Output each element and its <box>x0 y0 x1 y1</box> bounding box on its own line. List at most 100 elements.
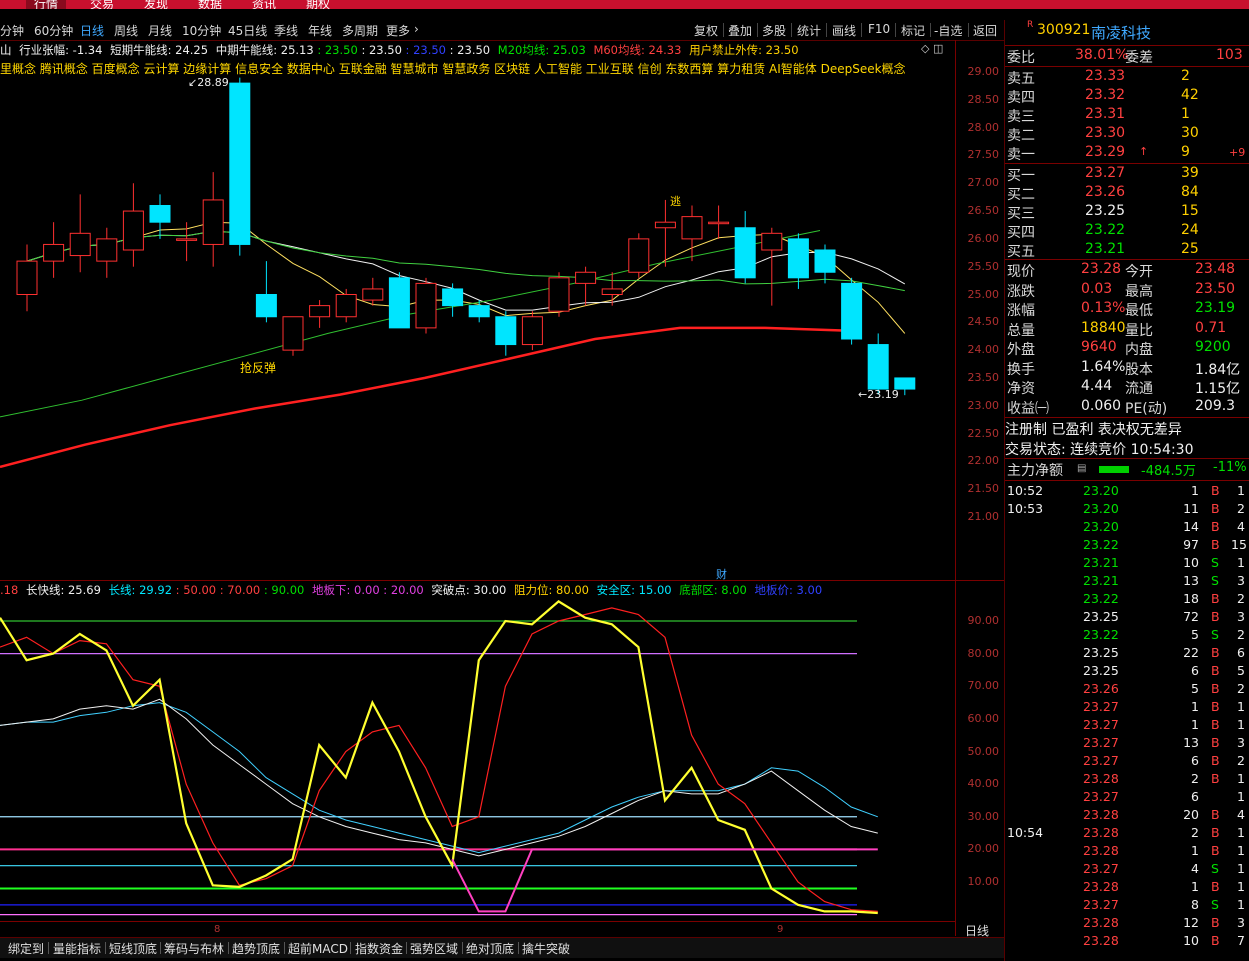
period-min[interactable]: 分钟 <box>0 22 24 39</box>
nav-quote[interactable]: 行情 <box>26 0 67 9</box>
nav-data[interactable]: 数据 <box>198 0 222 9</box>
candle-body <box>335 294 357 318</box>
tool-watchlist[interactable]: -自选 <box>934 22 962 39</box>
collapse-icon[interactable]: ◇ ◫ <box>921 42 943 55</box>
bid-row[interactable]: 买四 23.22 24 <box>1005 222 1249 241</box>
tick-price: 23.27 <box>1083 861 1119 876</box>
tick-price: 23.25 <box>1083 645 1119 660</box>
tick-volume: 1 <box>1191 879 1199 894</box>
tool-draw[interactable]: 画线 <box>832 22 856 39</box>
tab-trend-top-bottom[interactable]: 趋势顶底 <box>232 940 280 957</box>
tab-volume[interactable]: 量能指标 <box>53 940 101 957</box>
ma60-line <box>0 326 851 469</box>
sub-bottom: 底部区: 8.00 <box>679 583 747 597</box>
candle-body <box>654 221 676 229</box>
ask-label: 卖四 <box>1007 90 1035 106</box>
price-axis-label: 23.00 <box>967 398 1000 412</box>
divider <box>406 942 407 954</box>
tick-volume: 12 <box>1183 915 1199 930</box>
candle-body <box>708 221 730 225</box>
tool-overlay[interactable]: 叠加 <box>728 22 752 39</box>
tab-short-top-bottom[interactable]: 短线顶底 <box>109 940 157 957</box>
tool-stats[interactable]: 统计 <box>797 22 821 39</box>
tab-absolute-top-bottom[interactable]: 绝对顶底 <box>466 940 514 957</box>
ask-row[interactable]: 卖四 23.32 42 <box>1005 87 1249 106</box>
tick-count: 2 <box>1237 501 1245 516</box>
committee-diff: 103 <box>1216 47 1243 63</box>
tick-side: B <box>1211 663 1220 678</box>
bid-row[interactable]: 买一 23.27 39 <box>1005 165 1249 184</box>
tick-row: 23.21 13 S 3 <box>1005 572 1249 590</box>
tick-price: 23.27 <box>1083 753 1119 768</box>
nav-trade[interactable]: 交易 <box>90 0 114 9</box>
month-mark: 8 <box>214 924 221 935</box>
period-year[interactable]: 年线 <box>308 22 332 39</box>
period-60min[interactable]: 60分钟 <box>34 22 73 39</box>
tab-strong-zone[interactable]: 强势区域 <box>410 940 458 957</box>
tab-macd[interactable]: 超前MACD <box>288 940 348 957</box>
nav-news[interactable]: 资讯 <box>252 0 276 9</box>
stock-code: 300921 <box>1037 22 1091 38</box>
tool-multi-stock[interactable]: 多股 <box>762 22 786 39</box>
quote-row: 收益㈠ 0.060 PE(动) 209.3 <box>1005 398 1249 417</box>
period-quarter[interactable]: 季线 <box>274 22 298 39</box>
tick-row: 23.28 20 B 4 <box>1005 806 1249 824</box>
quote-label: 今开 <box>1125 264 1153 280</box>
bid-row[interactable]: 买五 23.21 25 <box>1005 241 1249 260</box>
tick-count: 1 <box>1237 897 1245 912</box>
chevron-right-icon[interactable]: › <box>414 22 419 36</box>
tick-volume: 10 <box>1183 933 1199 948</box>
divider <box>1005 480 1249 481</box>
tab-index-funds[interactable]: 指数资金 <box>355 940 403 957</box>
tick-volume: 1 <box>1191 699 1199 714</box>
period-10min[interactable]: 10分钟 <box>182 22 221 39</box>
quote-label: 涨跌 <box>1007 283 1035 300</box>
tab-bind[interactable]: 绑定到 <box>8 940 44 957</box>
tick-side: B <box>1211 519 1220 534</box>
period-more[interactable]: 更多 <box>386 22 410 39</box>
period-toolbar: 分钟 60分钟 日线 周线 月线 10分钟 45日线 季线 年线 多周期 更多 … <box>0 20 1004 41</box>
tick-side: B <box>1211 699 1220 714</box>
tick-count: 3 <box>1237 609 1245 624</box>
divider <box>160 942 161 954</box>
bid-row[interactable]: 买二 23.26 84 <box>1005 184 1249 203</box>
nav-options[interactable]: 期权 <box>306 0 330 9</box>
price-axis-label: 29.00 <box>967 65 1000 78</box>
bid-volume: 84 <box>1181 184 1199 200</box>
tab-chips-bollinger[interactable]: 筹码与布林 <box>164 940 224 957</box>
period-monthly[interactable]: 月线 <box>148 22 172 39</box>
quote-panel: R 300921 南凌科技 委比 38.01% 委差 103 卖五 23.33 2 卖… <box>1004 20 1249 961</box>
tool-mark[interactable]: 标记 <box>901 22 925 39</box>
tick-count: 1 <box>1237 825 1245 840</box>
period-multi[interactable]: 多周期 <box>342 22 378 39</box>
tool-f10[interactable]: F10 <box>868 22 890 36</box>
tool-back[interactable]: 返回 <box>973 22 997 39</box>
tool-restore[interactable]: 复权 <box>694 22 718 39</box>
ask-row[interactable]: 卖一 23.29 ↑ 9 +9 <box>1005 144 1249 163</box>
bid-row[interactable]: 买三 23.25 15 <box>1005 203 1249 222</box>
divider <box>350 942 351 954</box>
period-weekly[interactable]: 周线 <box>114 22 138 39</box>
sub-resistance: 阻力位: 80.00 <box>514 583 589 597</box>
ask-row[interactable]: 卖三 23.31 1 <box>1005 106 1249 125</box>
tick-side: B <box>1211 735 1220 750</box>
header-value: : 23.50 <box>317 43 358 57</box>
main-force-pct: -11% <box>1213 460 1247 475</box>
committee-ratio: 38.01% <box>1075 47 1129 63</box>
kline-chart[interactable] <box>0 40 955 580</box>
tick-row: 10:54 23.28 2 B 1 <box>1005 824 1249 842</box>
candle-body <box>867 344 889 390</box>
nav-discover[interactable]: 发现 <box>144 0 168 9</box>
list-icon[interactable]: ▤ <box>1077 463 1086 474</box>
ask-row[interactable]: 卖五 23.33 2 <box>1005 68 1249 87</box>
tick-count: 4 <box>1237 807 1245 822</box>
tick-volume: 2 <box>1191 771 1199 786</box>
tick-row: 23.25 6 B 5 <box>1005 662 1249 680</box>
divider <box>462 942 463 954</box>
oscillator-chart[interactable] <box>0 580 955 920</box>
tab-bull-breakout[interactable]: 擒牛突破 <box>522 940 570 957</box>
period-daily[interactable]: 日线 <box>80 22 104 39</box>
ask-row[interactable]: 卖二 23.30 30 <box>1005 125 1249 144</box>
period-45day[interactable]: 45日线 <box>228 22 267 39</box>
candle <box>255 261 277 323</box>
